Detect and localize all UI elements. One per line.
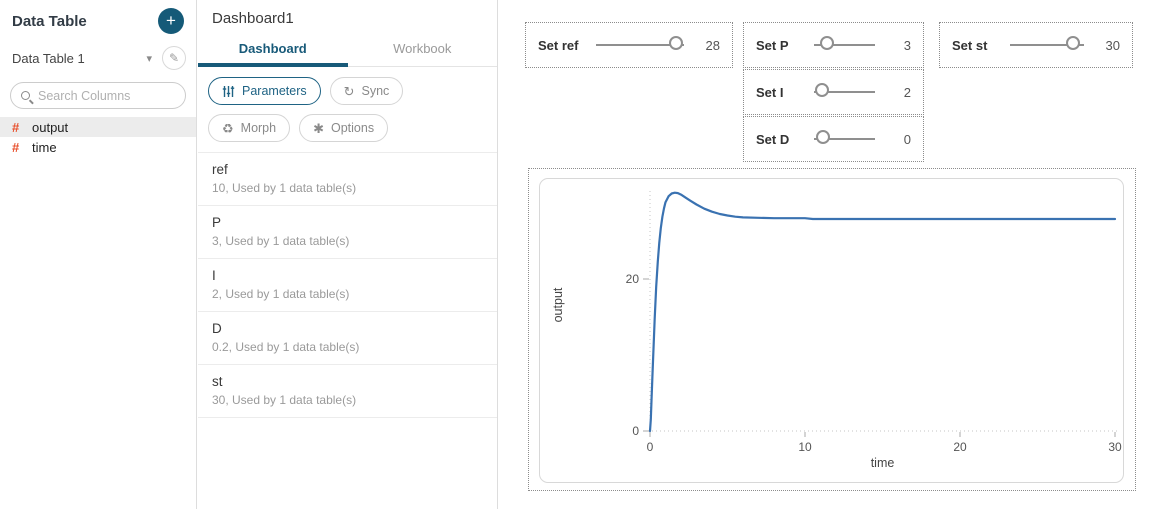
- tab-workbook[interactable]: Workbook: [348, 35, 498, 66]
- slider-set-st: Set st 30: [939, 22, 1133, 68]
- svg-text:0: 0: [647, 440, 654, 454]
- column-item-output[interactable]: #output: [0, 117, 196, 137]
- slider-label: Set ref: [538, 38, 590, 53]
- svg-text:10: 10: [798, 440, 812, 454]
- svg-text:output: output: [551, 287, 565, 322]
- slider-handle[interactable]: [816, 130, 830, 144]
- svg-text:20: 20: [626, 272, 640, 286]
- parameter-name: I: [212, 268, 483, 283]
- parameter-name: P: [212, 215, 483, 230]
- slider-value: 3: [889, 38, 911, 53]
- search-columns-input[interactable]: [38, 89, 168, 103]
- search-columns-field[interactable]: [10, 82, 186, 109]
- toolbar: Parameters ↻ Sync ♻ Morph ✱ Options: [198, 67, 497, 144]
- column-list: #output#time: [0, 117, 196, 157]
- chevron-down-icon[interactable]: ▾: [146, 52, 152, 65]
- parameter-detail: 10, Used by 1 data table(s): [212, 181, 483, 195]
- parameter-item-ref[interactable]: ref 10, Used by 1 data table(s): [198, 152, 497, 206]
- tab-bar: DashboardWorkbook: [198, 35, 497, 67]
- svg-text:30: 30: [1108, 440, 1122, 454]
- data-table-selector[interactable]: Data Table 1: [12, 51, 146, 66]
- slider-track[interactable]: [814, 138, 875, 140]
- parameter-name: ref: [212, 162, 483, 177]
- application-window: Data Table + Data Table 1 ▾ ✎ #output#ti…: [0, 0, 1155, 509]
- slider-handle[interactable]: [815, 83, 829, 97]
- slider-set-p: Set P 3: [743, 22, 924, 68]
- column-name: output: [32, 120, 68, 135]
- slider-track[interactable]: [814, 44, 875, 46]
- slider-label: Set D: [756, 132, 808, 147]
- slider-label: Set I: [756, 85, 808, 100]
- slider-value: 2: [889, 85, 911, 100]
- morph-recycle-icon: ♻: [222, 122, 234, 135]
- sidebar-title: Data Table: [12, 13, 87, 30]
- svg-text:20: 20: [953, 440, 967, 454]
- slider-set-i: Set I 2: [743, 69, 924, 115]
- sync-button[interactable]: ↻ Sync: [330, 77, 404, 105]
- workbook-title: Dashboard1: [198, 0, 497, 35]
- parameter-detail: 0.2, Used by 1 data table(s): [212, 340, 483, 354]
- parameter-detail: 3, Used by 1 data table(s): [212, 234, 483, 248]
- slider-track[interactable]: [814, 91, 875, 93]
- parameter-name: D: [212, 321, 483, 336]
- parameter-name: st: [212, 374, 483, 389]
- column-item-time[interactable]: #time: [0, 137, 196, 157]
- numeric-column-icon: #: [12, 120, 32, 135]
- data-table-sidebar: Data Table + Data Table 1 ▾ ✎ #output#ti…: [0, 0, 197, 509]
- add-data-table-button[interactable]: +: [158, 8, 184, 34]
- slider-value: 28: [698, 38, 720, 53]
- svg-text:time: time: [871, 456, 895, 470]
- parameter-list: ref 10, Used by 1 data table(s) P 3, Used b…: [198, 152, 497, 418]
- chart-widget[interactable]: 0 10 20 30 0 20 time output: [528, 168, 1136, 491]
- sync-refresh-icon: ↻: [344, 85, 355, 98]
- slider-handle[interactable]: [820, 36, 834, 50]
- slider-value: 0: [889, 132, 911, 147]
- chart-panel: 0 10 20 30 0 20 time output: [539, 178, 1124, 483]
- slider-value: 30: [1098, 38, 1120, 53]
- parameter-item-D[interactable]: D 0.2, Used by 1 data table(s): [198, 312, 497, 365]
- parameter-item-P[interactable]: P 3, Used by 1 data table(s): [198, 206, 497, 259]
- tab-dashboard[interactable]: Dashboard: [198, 35, 348, 66]
- slider-set-d: Set D 0: [743, 116, 924, 162]
- parameter-detail: 30, Used by 1 data table(s): [212, 393, 483, 407]
- morph-button[interactable]: ♻ Morph: [208, 114, 290, 142]
- column-name: time: [32, 140, 57, 155]
- slider-track[interactable]: [596, 44, 684, 46]
- slider-set-ref: Set ref 28: [525, 22, 733, 68]
- dashboard-panel: Dashboard1 DashboardWorkbook Parameters …: [198, 0, 498, 509]
- dashboard-canvas: Set ref 28 Set P 3 Set I 2 Set D 0 Set st 30 0 1…: [498, 0, 1155, 509]
- edit-pencil-icon[interactable]: ✎: [162, 46, 186, 70]
- numeric-column-icon: #: [12, 140, 32, 155]
- parameter-detail: 2, Used by 1 data table(s): [212, 287, 483, 301]
- slider-label: Set P: [756, 38, 808, 53]
- slider-label: Set st: [952, 38, 1004, 53]
- search-icon: [21, 91, 30, 100]
- parameter-item-st[interactable]: st 30, Used by 1 data table(s): [198, 365, 497, 418]
- options-button[interactable]: ✱ Options: [299, 114, 388, 142]
- line-chart: 0 10 20 30 0 20 time output: [540, 179, 1124, 483]
- gear-icon: ✱: [313, 122, 324, 135]
- sliders-icon: [222, 85, 235, 98]
- parameter-item-I[interactable]: I 2, Used by 1 data table(s): [198, 259, 497, 312]
- slider-handle[interactable]: [669, 36, 683, 50]
- svg-text:0: 0: [632, 424, 639, 438]
- slider-track[interactable]: [1010, 44, 1084, 46]
- slider-handle[interactable]: [1066, 36, 1080, 50]
- parameters-button[interactable]: Parameters: [208, 77, 321, 105]
